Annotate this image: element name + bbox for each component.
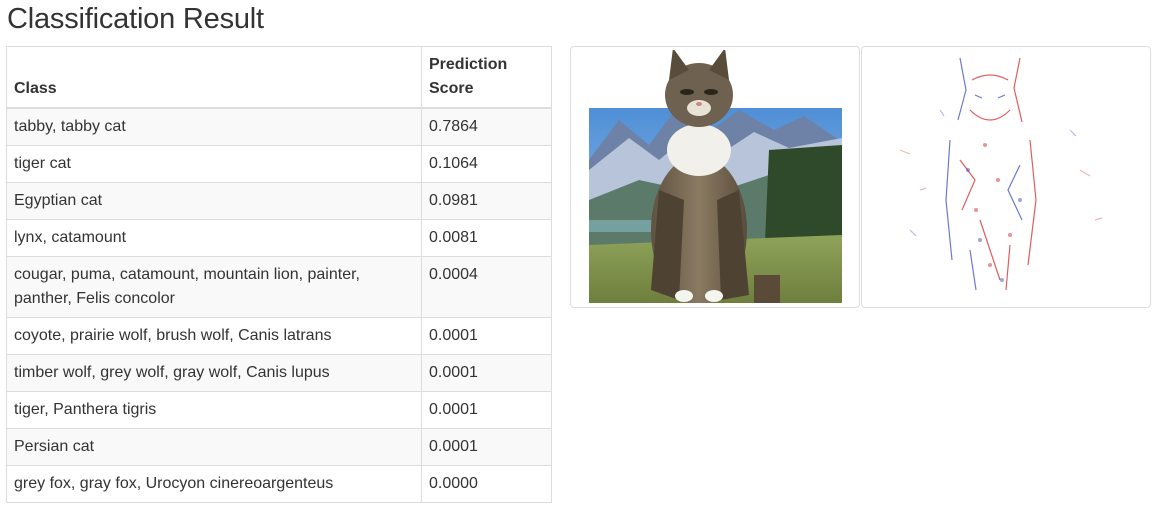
class-cell: cougar, puma, catamount, mountain lion, …	[6, 256, 422, 318]
class-cell: timber wolf, grey wolf, gray wolf, Canis…	[6, 354, 422, 392]
class-cell: coyote, prairie wolf, brush wolf, Canis …	[6, 317, 422, 355]
table-row: lynx, catamount 0.0081	[6, 219, 552, 257]
saliency-map-thumbnail[interactable]	[861, 46, 1151, 308]
page-title: Classification Result	[7, 3, 264, 35]
table-row: tiger, Panthera tigris 0.0001	[6, 391, 552, 429]
class-cell: Egyptian cat	[6, 182, 422, 220]
class-cell: Persian cat	[6, 428, 422, 466]
table-row: timber wolf, grey wolf, gray wolf, Canis…	[6, 354, 552, 392]
class-cell: grey fox, gray fox, Urocyon cinereoargen…	[6, 465, 422, 503]
table-row: tabby, tabby cat 0.7864	[6, 107, 552, 146]
score-cell: 0.0001	[421, 354, 552, 392]
column-header-score: Prediction Score	[421, 46, 552, 109]
input-image-thumbnail[interactable]	[570, 46, 860, 308]
score-cell: 0.0001	[421, 391, 552, 429]
table-row: cougar, puma, catamount, mountain lion, …	[6, 256, 552, 318]
score-cell: 0.0004	[421, 256, 552, 318]
score-cell: 0.1064	[421, 145, 552, 183]
class-cell: tabby, tabby cat	[6, 107, 422, 146]
results-table: Class Prediction Score tabby, tabby cat …	[6, 46, 552, 503]
score-cell: 0.0981	[421, 182, 552, 220]
class-cell: tiger cat	[6, 145, 422, 183]
saliency-map-image	[880, 50, 1133, 303]
table-row: coyote, prairie wolf, brush wolf, Canis …	[6, 317, 552, 355]
table-row: Egyptian cat 0.0981	[6, 182, 552, 220]
input-cat-image	[589, 50, 842, 303]
score-cell: 0.7864	[421, 107, 552, 146]
class-cell: tiger, Panthera tigris	[6, 391, 422, 429]
score-cell: 0.0001	[421, 428, 552, 466]
table-row: grey fox, gray fox, Urocyon cinereoargen…	[6, 465, 552, 503]
table-row: Persian cat 0.0001	[6, 428, 552, 466]
column-header-class: Class	[6, 46, 422, 109]
table-row: tiger cat 0.1064	[6, 145, 552, 183]
score-cell: 0.0001	[421, 317, 552, 355]
table-header-row: Class Prediction Score	[6, 46, 552, 109]
class-cell: lynx, catamount	[6, 219, 422, 257]
score-cell: 0.0081	[421, 219, 552, 257]
score-cell: 0.0000	[421, 465, 552, 503]
